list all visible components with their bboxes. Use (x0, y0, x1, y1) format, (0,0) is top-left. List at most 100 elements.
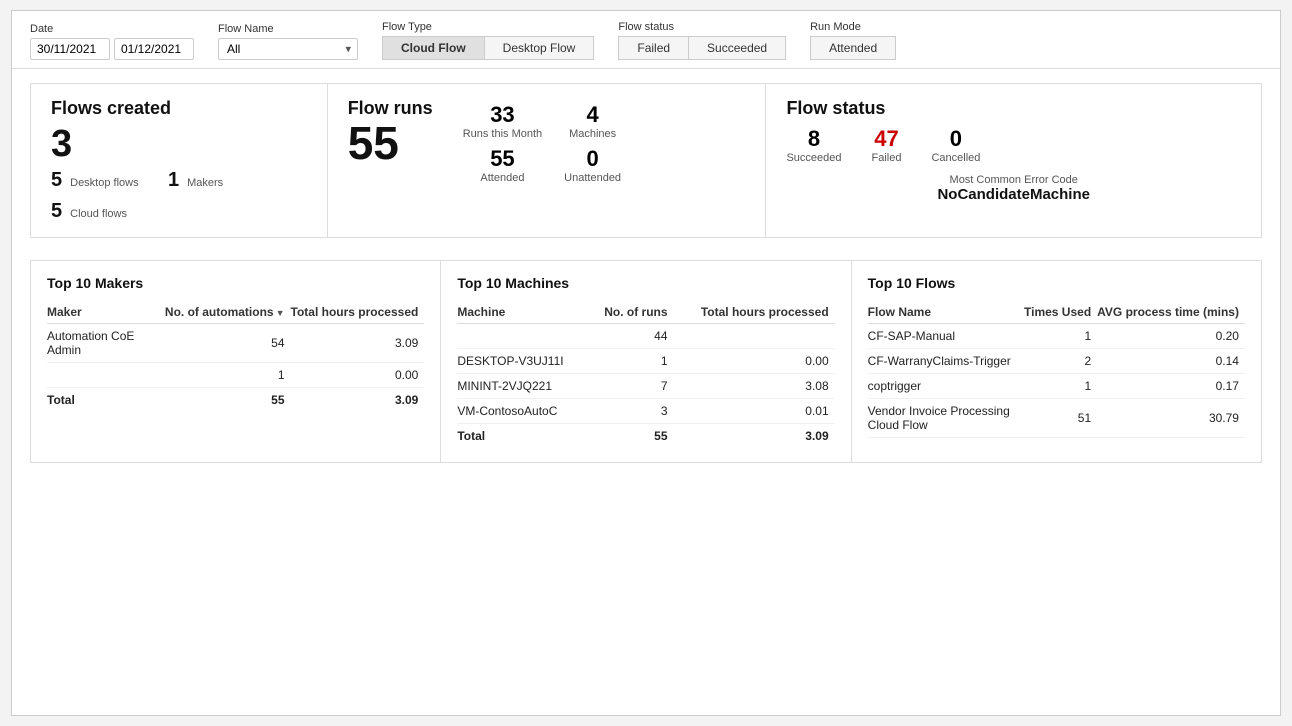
makers-col-hours: Total hours processed (291, 301, 425, 324)
makers-total-row: Total553.09 (47, 388, 424, 413)
flow-type-label: Flow Type (382, 21, 594, 33)
flows-table: Flow Name Times Used AVG process time (m… (868, 301, 1245, 438)
cancelled-label: Cancelled (931, 152, 980, 164)
machines-col-hours: Total hours processed (674, 301, 835, 324)
date-label: Date (30, 23, 194, 35)
failed-num: 47 (874, 126, 898, 152)
machines-label: Machines (569, 128, 616, 140)
top-machines-title: Top 10 Machines (457, 275, 834, 291)
attended-num: 55 (490, 146, 514, 172)
table-row: DESKTOP-V3UJ11I10.00 (457, 349, 834, 374)
flow-type-buttons: Cloud Flow Desktop Flow (382, 36, 594, 60)
makers-table: Maker No. of automations▼ Total hours pr… (47, 301, 424, 412)
desktop-flows-num: 5 (51, 169, 62, 192)
table-row: VM-ContosoAutoC30.01 (457, 399, 834, 424)
attended-label: Attended (480, 172, 524, 184)
top-machines-section: Top 10 Machines Machine No. of runs Tota… (441, 261, 851, 462)
runs-month-num: 33 (490, 102, 514, 128)
machines-col-runs: No. of runs (590, 301, 673, 324)
flow-type-section: Flow Type Cloud Flow Desktop Flow (382, 21, 594, 60)
flows-tbody: CF-SAP-Manual10.20CF-WarranyClaims-Trigg… (868, 324, 1245, 438)
top-makers-section: Top 10 Makers Maker No. of automations▼ … (31, 261, 441, 462)
table-row: CF-WarranyClaims-Trigger20.14 (868, 349, 1245, 374)
flow-name-select[interactable]: All (218, 38, 358, 60)
flow-runs-inner: Flow runs 55 33 Runs this Month 55 Atten… (348, 98, 746, 184)
flow-runs-card: Flow runs 55 33 Runs this Month 55 Atten… (328, 84, 767, 237)
flow-type-cloud-btn[interactable]: Cloud Flow (382, 36, 484, 60)
flow-name-filter-group: Flow Name All (218, 23, 358, 60)
flows-col-avg: AVG process time (mins) (1097, 301, 1245, 324)
flow-runs-left: Flow runs 55 (348, 98, 433, 166)
cloud-flows-row: 5 Cloud flows (51, 200, 307, 223)
flows-created-sub: 5 Desktop flows 1 Makers 5 Cloud flows (51, 169, 307, 223)
flow-status-card: Flow status 8 Succeeded 47 Failed 0 Canc… (766, 84, 1261, 237)
date-filter-group: Date (30, 23, 194, 60)
cloud-flows-num: 5 (51, 200, 62, 223)
cloud-flows-label: Cloud flows (70, 208, 127, 220)
flow-status-succeeded-btn[interactable]: Succeeded (688, 36, 786, 60)
run-mode-attended-btn[interactable]: Attended (810, 36, 896, 60)
flow-status-title: Flow status (786, 98, 1241, 120)
table-row: CF-SAP-Manual10.20 (868, 324, 1245, 349)
tables-row: Top 10 Makers Maker No. of automations▼ … (30, 260, 1262, 463)
flow-status-failed-btn[interactable]: Failed (618, 36, 688, 60)
top-flows-section: Top 10 Flows Flow Name Times Used AVG pr… (852, 261, 1261, 462)
error-code-value: NoCandidateMachine (786, 186, 1241, 203)
machines-header-row: Machine No. of runs Total hours processe… (457, 301, 834, 324)
top-flows-title: Top 10 Flows (868, 275, 1245, 291)
unattended-num: 0 (586, 146, 598, 172)
makers-label: Makers (187, 177, 223, 189)
machines-tbody: 44DESKTOP-V3UJ11I10.00MININT-2VJQ22173.0… (457, 324, 834, 449)
run-mode-buttons: Attended (810, 36, 896, 60)
flow-status-section: Flow status Failed Succeeded (618, 21, 786, 60)
machines-col: 4 Machines 0 Unattended (564, 102, 621, 184)
flow-name-label: Flow Name (218, 23, 358, 35)
run-mode-label: Run Mode (810, 21, 896, 33)
filter-bar: Date Flow Name All Flow Type Cloud Flow … (12, 11, 1280, 69)
flows-col-times: Times Used (1024, 301, 1097, 324)
date-start-input[interactable] (30, 38, 110, 60)
cancelled-col: 0 Cancelled (931, 126, 980, 164)
makers-num: 1 (168, 169, 179, 192)
flow-runs-big: 55 (348, 120, 433, 166)
succeeded-col: 8 Succeeded (786, 126, 841, 164)
makers-tbody: Automation CoE Admin543.0910.00Total553.… (47, 324, 424, 413)
top-makers-title: Top 10 Makers (47, 275, 424, 291)
flows-created-card: Flows created 3 5 Desktop flows 1 Makers… (31, 84, 328, 237)
makers-col-automations: No. of automations▼ (165, 301, 291, 324)
flow-status-filter-label: Flow status (618, 21, 786, 33)
table-row: MININT-2VJQ22173.08 (457, 374, 834, 399)
machines-col-machine: Machine (457, 301, 590, 324)
machines-total-row: Total553.09 (457, 424, 834, 449)
desktop-flows-label: Desktop flows (70, 177, 138, 189)
table-row: coptrigger10.17 (868, 374, 1245, 399)
machines-num: 4 (586, 102, 598, 128)
error-code-section: Most Common Error Code NoCandidateMachin… (786, 174, 1241, 203)
flow-status-buttons: Failed Succeeded (618, 36, 786, 60)
flows-col-name: Flow Name (868, 301, 1024, 324)
failed-label: Failed (871, 152, 901, 164)
stat-cards-row: Flows created 3 5 Desktop flows 1 Makers… (30, 83, 1262, 238)
flow-status-stats: 8 Succeeded 47 Failed 0 Cancelled (786, 126, 1241, 164)
flows-created-title: Flows created (51, 98, 307, 120)
run-mode-section: Run Mode Attended (810, 21, 896, 60)
runs-month-label: Runs this Month (463, 128, 542, 140)
desktop-flows-row: 5 Desktop flows 1 Makers (51, 169, 307, 192)
flows-created-value: 3 (51, 124, 307, 166)
failed-col: 47 Failed (871, 126, 901, 164)
date-inputs (30, 38, 194, 60)
date-end-input[interactable] (114, 38, 194, 60)
error-code-label: Most Common Error Code (786, 174, 1241, 186)
succeeded-num: 8 (808, 126, 820, 152)
machines-table: Machine No. of runs Total hours processe… (457, 301, 834, 448)
table-row: 10.00 (47, 363, 424, 388)
table-row: Automation CoE Admin543.09 (47, 324, 424, 363)
unattended-label: Unattended (564, 172, 621, 184)
flow-name-select-wrapper: All (218, 38, 358, 60)
flows-header-row: Flow Name Times Used AVG process time (m… (868, 301, 1245, 324)
cancelled-num: 0 (950, 126, 962, 152)
succeeded-label: Succeeded (786, 152, 841, 164)
flow-type-desktop-btn[interactable]: Desktop Flow (484, 36, 595, 60)
makers-col-maker: Maker (47, 301, 165, 324)
makers-header-row: Maker No. of automations▼ Total hours pr… (47, 301, 424, 324)
